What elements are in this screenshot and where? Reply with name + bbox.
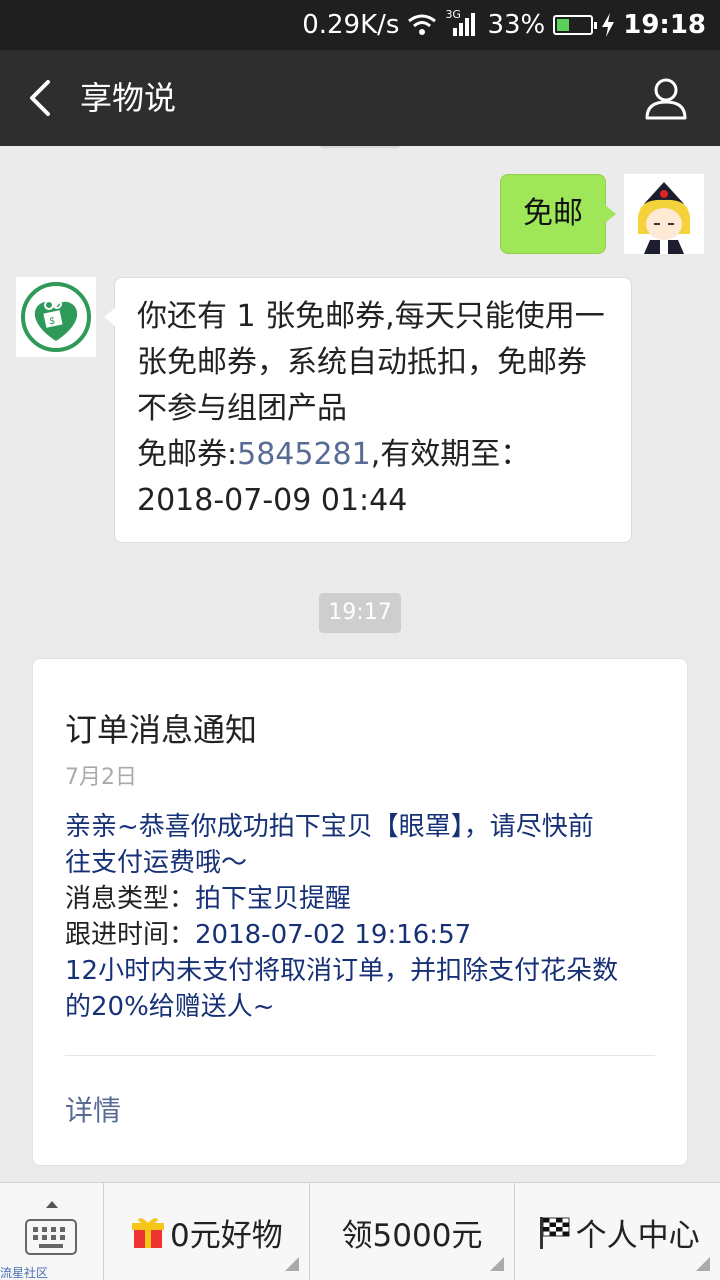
menu-free-goods-label: 0元好物 — [169, 1217, 283, 1254]
clock: 19:18 — [623, 10, 706, 40]
card-intro: 亲亲~恭喜你成功拍下宝贝【眼罩】，请尽快前 — [65, 812, 594, 842]
coupon-prefix: 免邮券: — [137, 437, 238, 472]
card-type-row: 消息类型：拍下宝贝提醒 — [65, 881, 665, 917]
page-title: 享物说 — [80, 79, 177, 117]
menu-claim-5000-label: 领5000元 — [341, 1217, 483, 1254]
coupon-expiry: 2018-07-09 01:44 — [137, 483, 408, 518]
checkered-flag-icon — [539, 1217, 570, 1249]
net-speed: 0.29K/s — [302, 10, 400, 40]
wifi-icon — [408, 14, 437, 35]
message-line: 张免邮券，系统自动抵扣，免邮券 — [137, 345, 587, 380]
coupon-suffix: ,有效期至： — [370, 437, 531, 472]
charging-icon — [602, 13, 615, 37]
menu-free-goods[interactable]: 0元好物 — [104, 1183, 310, 1280]
sent-message-text: 免邮 — [523, 196, 583, 231]
coupon-code-link[interactable]: 5845281 — [237, 437, 371, 472]
anime-character-avatar-icon — [624, 174, 704, 254]
received-message-bubble[interactable]: 你还有 1 张免邮券,每天只能使用一 张免邮券，系统自动抵扣，免邮券 不参与组团… — [104, 277, 632, 543]
card-type-label: 消息类型： — [65, 884, 196, 914]
message-line: 不参与组团产品 — [137, 391, 347, 426]
card-time-label: 跟进时间： — [65, 920, 196, 950]
status-bar: 0.29K/s 3G 33% 19:18 — [0, 0, 720, 50]
caret-up-icon — [46, 1201, 58, 1208]
message-line: 你还有 1 张免邮券,每天只能使用一 — [137, 299, 605, 334]
battery-percent: 33% — [487, 10, 546, 40]
svg-text:$: $ — [49, 316, 55, 327]
watermark-text: 流星社区 — [0, 1266, 49, 1280]
submenu-indicator-icon — [696, 1257, 711, 1271]
card-date: 7月2日 — [65, 765, 137, 790]
order-notification-card[interactable]: 订单消息通知 7月2日 亲亲~恭喜你成功拍下宝贝【眼罩】，请尽快前 往支付运费哦… — [32, 658, 688, 1166]
coupon-line: 免邮券:5845281,有效期至： — [137, 432, 611, 478]
menu-personal-center[interactable]: 个人中心 — [515, 1183, 720, 1280]
card-body: 亲亲~恭喜你成功拍下宝贝【眼罩】，请尽快前 往支付运费哦～ 消息类型：拍下宝贝提… — [65, 809, 665, 1025]
card-type-value: 拍下宝贝提醒 — [195, 884, 352, 914]
card-time-row: 跟进时间：2018-07-02 19:16:57 — [65, 917, 665, 953]
keyboard-icon — [25, 1219, 77, 1255]
card-divider — [65, 1055, 655, 1056]
signal-icon: 3G — [445, 8, 479, 38]
sent-message-bubble[interactable]: 免邮 — [500, 174, 616, 254]
gift-heart-logo-icon: $ — [16, 277, 96, 357]
header-bar: 享物说 — [0, 50, 720, 146]
battery-icon — [553, 15, 598, 35]
battery-fill — [557, 19, 570, 31]
self-avatar[interactable] — [624, 174, 704, 254]
submenu-indicator-icon — [284, 1257, 299, 1271]
card-intro: 往支付运费哦～ — [65, 848, 248, 878]
card-detail-link[interactable]: 详情 — [65, 1089, 121, 1129]
back-arrow-icon[interactable] — [18, 74, 66, 122]
menu-personal-center-label: 个人中心 — [575, 1217, 700, 1254]
previous-message-edge — [320, 146, 400, 148]
bottom-menu: 流星社区 0元好物 领5000元 个人中心 — [0, 1182, 720, 1280]
card-note: 的20%给赠送人~ — [65, 992, 275, 1022]
status-bar-right: 0.29K/s 3G 33% 19:18 — [302, 0, 706, 50]
card-title: 订单消息通知 — [65, 711, 258, 749]
menu-claim-5000[interactable]: 领5000元 — [310, 1183, 516, 1280]
card-time-value: 2018-07-02 19:16:57 — [195, 920, 472, 950]
submenu-indicator-icon — [490, 1257, 505, 1271]
card-note: 12小时内未支付将取消订单，并扣除支付花朵数 — [65, 956, 619, 986]
chat-area[interactable]: 免邮 $ 你还有 1 张免邮券,每天只能使用一 张免邮券，系统自动抵扣，免邮券 — [0, 146, 720, 1182]
timestamp-badge: 19:17 — [319, 593, 401, 633]
user-profile-icon[interactable] — [644, 76, 688, 120]
keyboard-toggle-button[interactable]: 流星社区 — [0, 1183, 104, 1280]
bot-avatar[interactable]: $ — [16, 277, 96, 357]
gift-icon — [131, 1218, 164, 1248]
